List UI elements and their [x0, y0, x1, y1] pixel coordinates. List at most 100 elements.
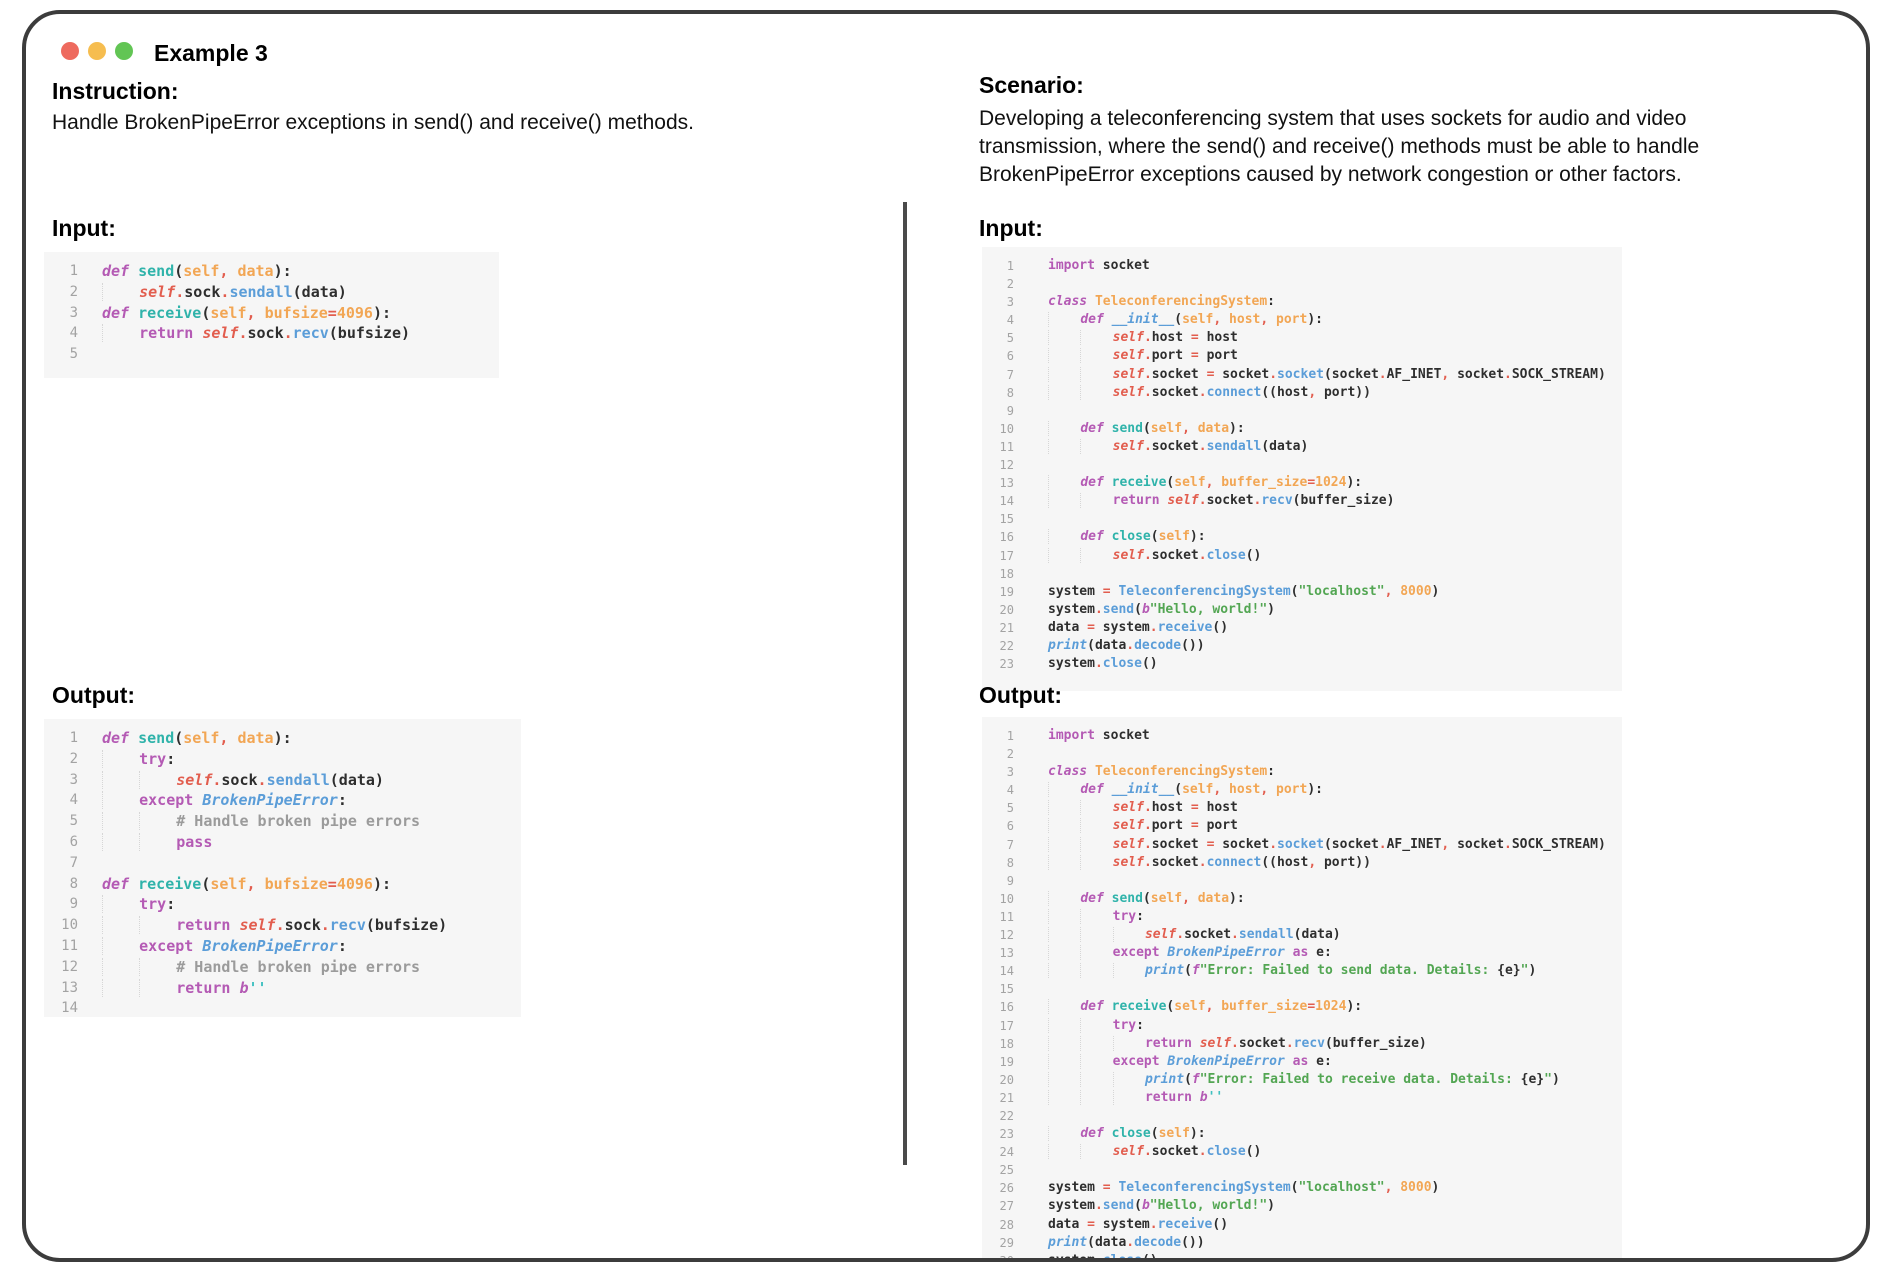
token: 4096: [337, 304, 373, 322]
indent-guide: [1048, 1144, 1080, 1159]
token: TeleconferencingSystem: [1095, 764, 1267, 779]
token: decode: [1134, 638, 1181, 653]
line-number: 16: [992, 528, 1014, 546]
code-line: 25: [992, 1161, 1612, 1179]
code-line: 26system = TeleconferencingSystem("local…: [992, 1179, 1612, 1197]
token: .: [1095, 656, 1103, 671]
token: def: [1080, 1126, 1111, 1141]
token: port)): [1324, 855, 1371, 870]
code-line: 1def send(self, data):: [54, 261, 489, 282]
token: ):: [373, 304, 391, 322]
token: (data): [330, 771, 384, 789]
token: import: [1048, 728, 1103, 743]
maximize-button[interactable]: [115, 42, 133, 60]
token: print: [1048, 1235, 1087, 1250]
token: ,: [219, 262, 237, 280]
token: self: [1113, 548, 1144, 563]
token: (socket: [1324, 367, 1379, 382]
line-number: 4: [992, 781, 1014, 799]
token: try: [139, 750, 166, 768]
line-number: 17: [992, 547, 1014, 565]
token: :: [1136, 909, 1144, 924]
token: "Hello, world!": [1150, 602, 1267, 617]
token: (): [1212, 620, 1228, 635]
code-line: 12 self.socket.sendall(data): [992, 926, 1612, 944]
token: self: [202, 324, 238, 342]
code-line: 10 return self.sock.recv(bufsize): [54, 915, 511, 936]
token: :: [1267, 764, 1275, 779]
scenario-line: transmission, where the send() and recei…: [979, 133, 1699, 161]
token: 8000: [1400, 1180, 1431, 1195]
indent-guide: [1048, 818, 1080, 833]
token: return: [176, 916, 239, 934]
token: (: [1151, 529, 1159, 544]
token: .: [1199, 1144, 1207, 1159]
token: print: [1145, 963, 1184, 978]
token: =: [328, 875, 337, 893]
token: .: [1199, 493, 1207, 508]
line-number: 10: [992, 420, 1014, 438]
code-block-left-input: 1def send(self, data):2 self.sock.sendal…: [44, 252, 499, 378]
indent-guide: [1048, 999, 1080, 1014]
token: .: [1269, 367, 1277, 382]
token: =: [1087, 620, 1103, 635]
code-line: 27system.send(b"Hello, world!"): [992, 1197, 1612, 1215]
token: connect: [1207, 855, 1262, 870]
indent-guide: [1048, 493, 1080, 508]
close-button[interactable]: [61, 42, 79, 60]
code-line: 6 pass: [54, 832, 511, 853]
token: {e}: [1497, 963, 1520, 978]
token: ,: [1206, 999, 1222, 1014]
token: .: [1150, 620, 1158, 635]
line-number: 29: [992, 1234, 1014, 1252]
token: self: [1167, 493, 1198, 508]
code-text: self.socket.sendall(data): [1048, 438, 1308, 456]
token: port: [1276, 312, 1307, 327]
token: :: [166, 895, 175, 913]
code-line: 30system.close(): [992, 1252, 1612, 1262]
token: pass: [176, 833, 212, 851]
token: except: [1113, 1054, 1168, 1069]
code-line: 8 self.socket.connect((host, port)): [992, 854, 1612, 872]
token: self: [1113, 330, 1144, 345]
token: .: [1095, 1253, 1103, 1262]
code-line: 5: [54, 344, 489, 365]
token: (): [1246, 548, 1262, 563]
token: =: [1307, 999, 1315, 1014]
token: try: [1113, 1018, 1136, 1033]
indent-guide: [1080, 945, 1112, 960]
indent-guide: [1048, 1054, 1080, 1069]
indent-guide: [139, 958, 176, 976]
token: receive: [1112, 999, 1167, 1014]
code-text: self.sock.sendall(data): [102, 770, 384, 791]
line-number: 9: [54, 894, 78, 915]
window-controls: [61, 42, 133, 60]
token: ):: [1229, 421, 1245, 436]
token: (: [1134, 1198, 1142, 1213]
token: (data): [293, 283, 347, 301]
token: socket: [1277, 837, 1324, 852]
token: system: [1048, 602, 1095, 617]
token: self: [1145, 927, 1176, 942]
token: ): [1432, 1180, 1440, 1195]
code-text: system.send(b"Hello, world!"): [1048, 1197, 1275, 1215]
token: sendall: [229, 283, 292, 301]
code-line: 18: [992, 565, 1612, 583]
code-line: 5 self.host = host: [992, 799, 1612, 817]
token: port)): [1324, 385, 1371, 400]
token: ,: [1260, 782, 1276, 797]
code-line: 1import socket: [992, 727, 1612, 745]
code-text: print(f"Error: Failed to receive data. D…: [1048, 1071, 1560, 1089]
code-text: data = system.receive(): [1048, 619, 1228, 637]
window-title: Example 3: [154, 40, 268, 67]
minimize-button[interactable]: [88, 42, 106, 60]
token: .: [1144, 855, 1152, 870]
token: ,: [1206, 475, 1222, 490]
token: ,: [1260, 312, 1276, 327]
line-number: 22: [992, 637, 1014, 655]
indent-guide: [1048, 1126, 1080, 1141]
line-number: 3: [992, 293, 1014, 311]
indent-guide: [1080, 367, 1112, 382]
indent-guide: [102, 916, 139, 934]
token: data: [1048, 1217, 1087, 1232]
